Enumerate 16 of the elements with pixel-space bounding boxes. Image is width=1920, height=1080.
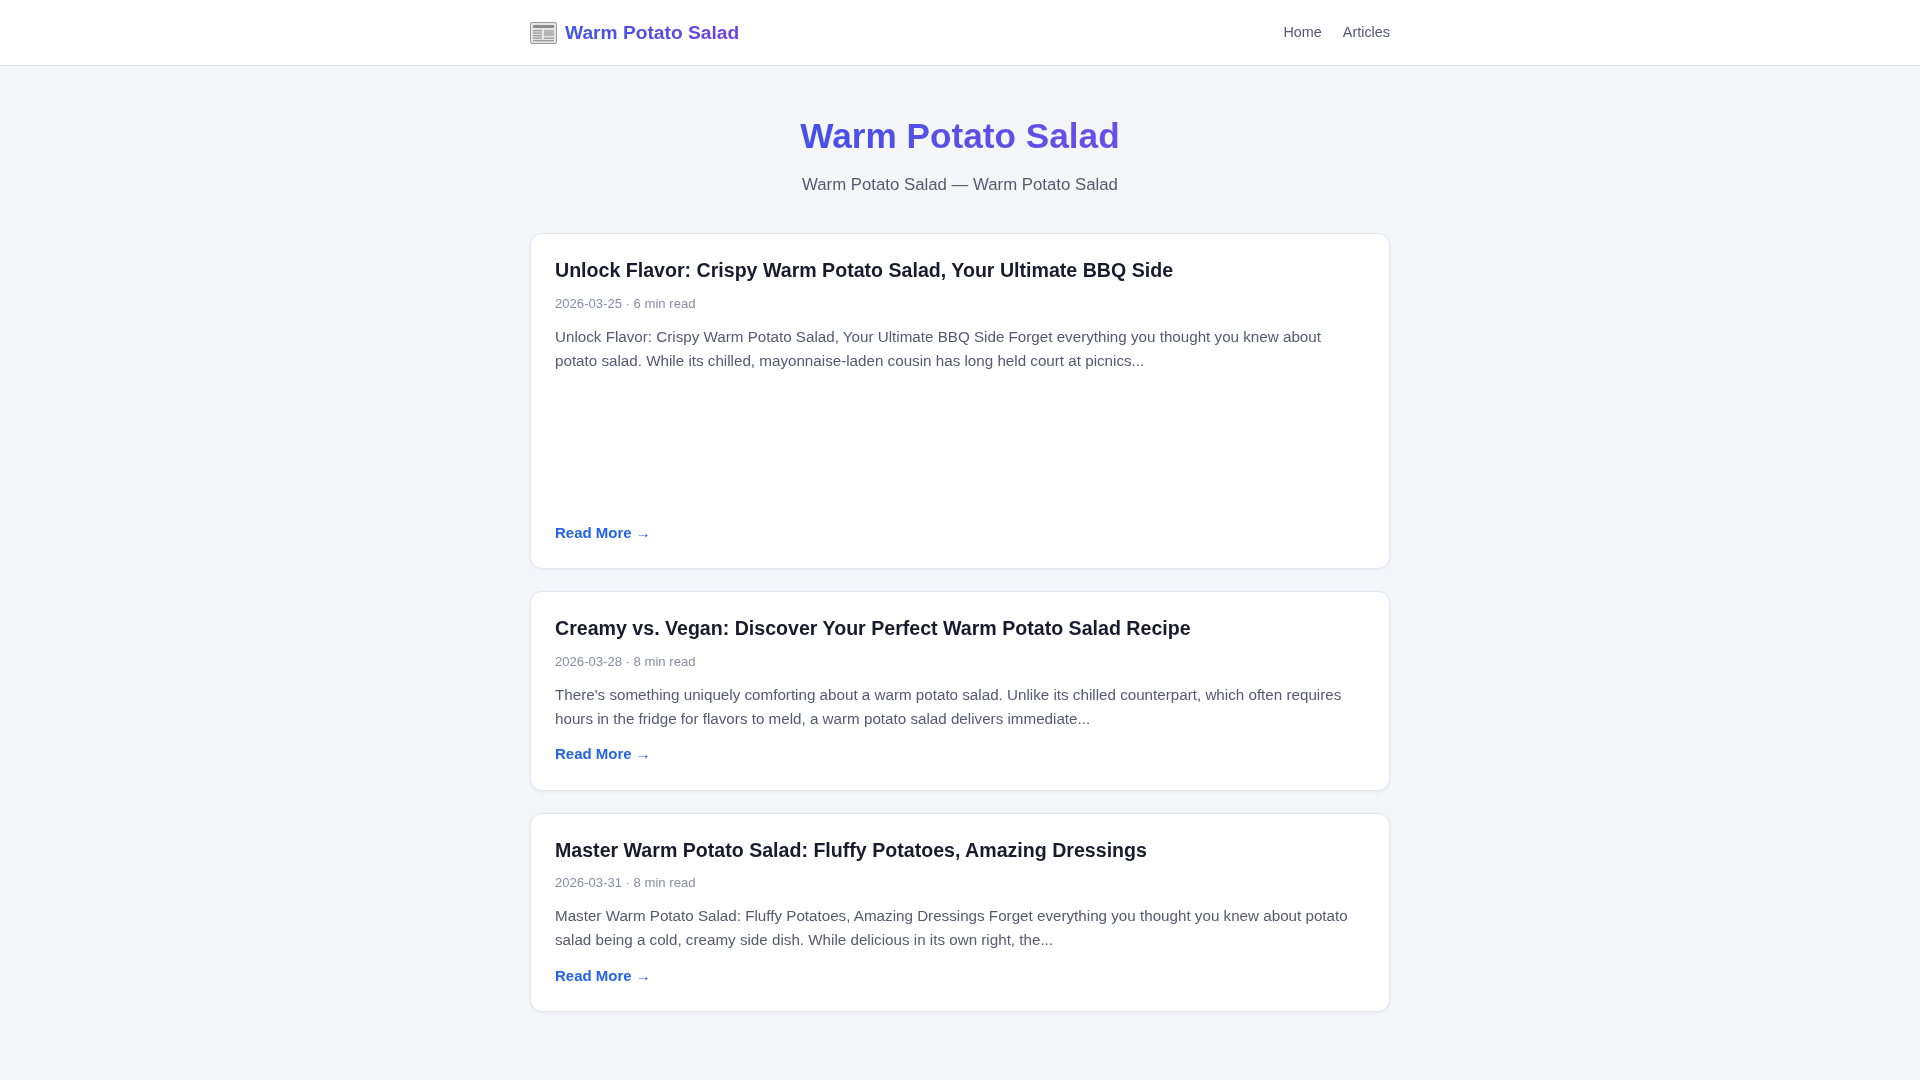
page-subtitle: Warm Potato Salad — Warm Potato Salad <box>801 174 1119 197</box>
article-title: Creamy vs. Vegan: Discover Your Perfect Warm Potato Salad Recipe <box>555 616 1191 642</box>
article-excerpt: There's something uniquely comforting about a warm potato salad. Unlike its chilled counterpart, which often requires hours in the fridge for flavors to meld, a warm potato salad delivers immediate... <box>555 684 1343 729</box>
article-meta: 2026-03-28 · 8 min read <box>555 652 696 671</box>
article-title: Unlock Flavor: Crispy Warm Potato Salad, Your Ultimate BBQ Side <box>555 258 1174 284</box>
article-meta: 2026-03-31 · 8 min read <box>555 874 696 893</box>
article-excerpt: Master Warm Potato Salad: Fluffy Potatoes, Amazing Dressings Forget everything you thought you knew about potato salad being a cold, creamy side dish. While delicious in its own right, the... <box>555 906 1349 951</box>
nav-link[interactable]: Articles <box>1342 22 1390 43</box>
read-more-link[interactable]: Read More → <box>555 964 651 987</box>
newspaper-icon <box>530 21 557 44</box>
nav-link[interactable]: Home <box>1283 22 1322 43</box>
read-more-link[interactable]: Read More → <box>555 743 651 765</box>
article-meta: 2026-03-25 · 6 min read <box>555 294 696 313</box>
read-more-link[interactable]: Read More → <box>555 521 651 544</box>
article-excerpt: Unlock Flavor: Crispy Warm Potato Salad, Your Ultimate BBQ Side Forget everything you thought you knew about potato salad. While its chilled, mayonnaise-laden cousin has long held court at picnics... <box>555 326 1322 371</box>
article-title: Master Warm Potato Salad: Fluffy Potatoes, Amazing Dressings <box>555 837 1147 863</box>
